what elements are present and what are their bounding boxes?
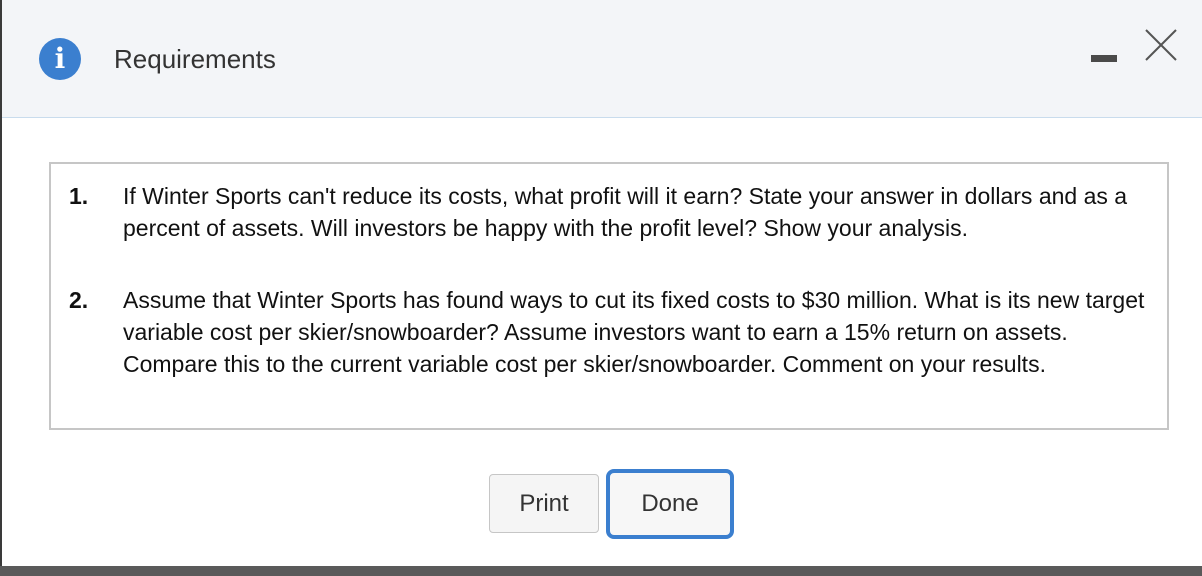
print-button[interactable]: Print [489,474,599,533]
minimize-button[interactable] [1088,40,1118,70]
minimize-icon [1091,55,1117,62]
close-icon[interactable] [1143,27,1179,63]
requirements-box: 1. If Winter Sports can't reduce its cos… [49,162,1169,430]
dialog-titlebar: i Requirements [2,0,1202,118]
list-item-text: Assume that Winter Sports has found ways… [123,287,1145,377]
list-item-text: If Winter Sports can't reduce its costs,… [123,183,1128,241]
requirements-dialog: i Requirements 1. If Winter Sports can't… [0,0,1202,566]
dialog-title: Requirements [114,44,276,74]
info-icon: i [39,38,81,80]
list-item-number: 2. [69,287,89,313]
done-button[interactable]: Done [606,469,734,539]
list-item-number: 1. [69,183,89,209]
